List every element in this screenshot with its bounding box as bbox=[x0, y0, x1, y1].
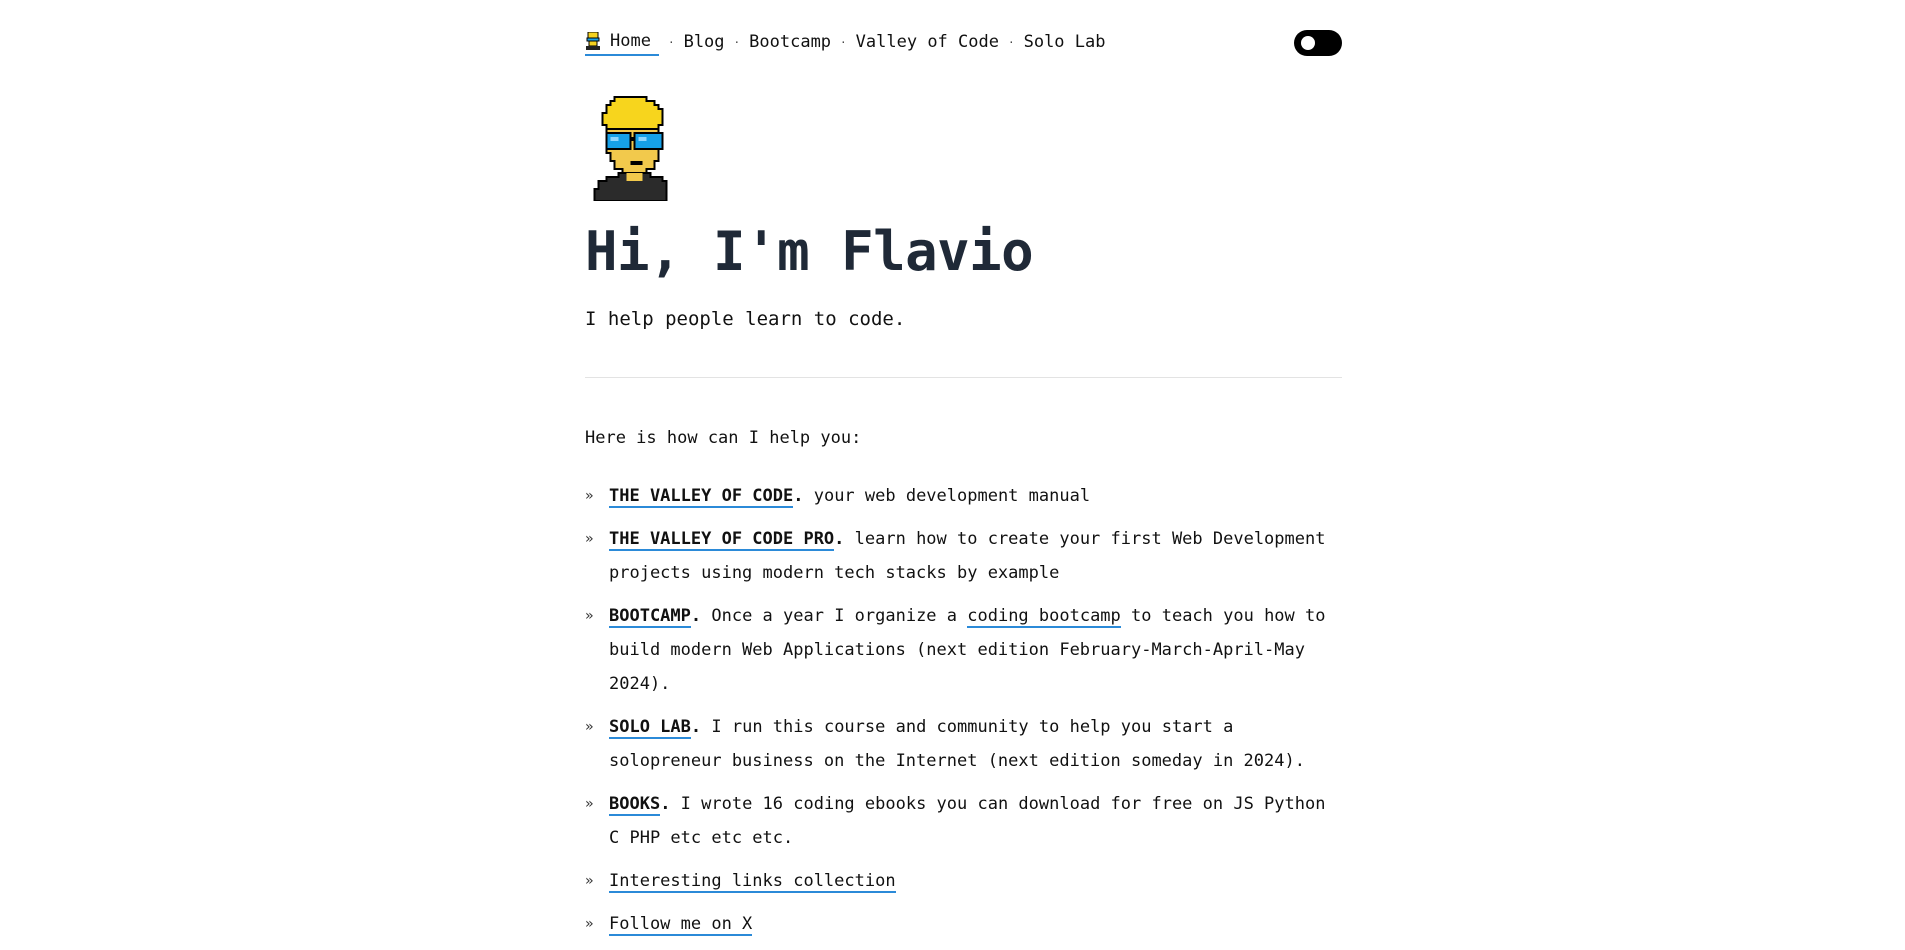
label-dot: . bbox=[690, 717, 702, 737]
toggle-knob bbox=[1301, 36, 1315, 50]
nav-item-blog[interactable]: Blog bbox=[684, 32, 725, 55]
nav-separator: · bbox=[733, 35, 741, 49]
bullet: » bbox=[585, 719, 594, 735]
nav-item-valley-of-code[interactable]: Valley of Code bbox=[856, 32, 999, 55]
help-list: » THE VALLEY OF CODE. your web developme… bbox=[585, 479, 1342, 950]
label-dot: . bbox=[834, 529, 845, 549]
item-description: Once a year I organize a bbox=[701, 606, 968, 626]
item-description: I run this course and community to help … bbox=[609, 717, 1305, 771]
label-dot: . bbox=[690, 606, 702, 626]
bullet: » bbox=[585, 796, 594, 812]
list-item: » SOLO LAB. I run this course and commun… bbox=[585, 710, 1342, 778]
bullet: » bbox=[585, 916, 594, 932]
bullet: » bbox=[585, 488, 594, 504]
avatar-image bbox=[593, 95, 668, 201]
page-subtitle: I help people learn to code. bbox=[585, 308, 906, 330]
bullet: » bbox=[585, 608, 594, 624]
coding-bootcamp-link[interactable]: coding bootcamp bbox=[967, 606, 1121, 628]
nav-separator: · bbox=[667, 35, 675, 49]
page-title: Hi, I'm Flavio bbox=[585, 220, 1034, 283]
page: Home · Blog · Bootcamp · Valley of Code … bbox=[585, 0, 1342, 936]
intro-text: Here is how can I help you: bbox=[585, 428, 862, 448]
list-item: » Interesting links collection bbox=[585, 864, 1342, 898]
avatar-icon bbox=[586, 32, 600, 50]
nav-links: Home · Blog · Bootcamp · Valley of Code … bbox=[585, 31, 1105, 56]
theme-toggle[interactable] bbox=[1294, 30, 1342, 56]
list-item: » Follow me on X bbox=[585, 907, 1342, 941]
list-item: » THE VALLEY OF CODE PRO. learn how to c… bbox=[585, 522, 1342, 590]
item-description: I wrote 16 coding ebooks you can downloa… bbox=[609, 794, 1326, 848]
books-link[interactable]: BOOKS bbox=[609, 794, 661, 816]
list-item: » THE VALLEY OF CODE. your web developme… bbox=[585, 479, 1342, 513]
valley-of-code-link[interactable]: THE VALLEY OF CODE bbox=[609, 486, 794, 508]
nav-separator: · bbox=[1007, 35, 1015, 49]
nav-item-bootcamp[interactable]: Bootcamp bbox=[749, 32, 831, 55]
bullet: » bbox=[585, 531, 594, 547]
solo-lab-link[interactable]: SOLO LAB bbox=[609, 717, 691, 739]
label-dot: . bbox=[793, 486, 804, 506]
divider bbox=[585, 377, 1342, 378]
label-dot: . bbox=[660, 794, 671, 814]
valley-of-code-pro-link[interactable]: THE VALLEY OF CODE PRO bbox=[609, 529, 835, 551]
nav-item-label: Home bbox=[610, 31, 651, 51]
bullet: » bbox=[585, 873, 594, 889]
list-item: » BOOTCAMP. Once a year I organize a cod… bbox=[585, 599, 1342, 701]
top-nav: Home · Blog · Bootcamp · Valley of Code … bbox=[585, 0, 1342, 60]
interesting-links-link[interactable]: Interesting links collection bbox=[609, 871, 896, 893]
nav-item-solo-lab[interactable]: Solo Lab bbox=[1024, 32, 1106, 55]
list-item: » BOOKS. I wrote 16 coding ebooks you ca… bbox=[585, 787, 1342, 855]
bootcamp-link[interactable]: BOOTCAMP bbox=[609, 606, 691, 628]
nav-item-home[interactable]: Home bbox=[585, 31, 659, 56]
item-description: your web development manual bbox=[803, 486, 1091, 506]
follow-on-x-link[interactable]: Follow me on X bbox=[609, 914, 753, 936]
nav-separator: · bbox=[840, 35, 847, 49]
